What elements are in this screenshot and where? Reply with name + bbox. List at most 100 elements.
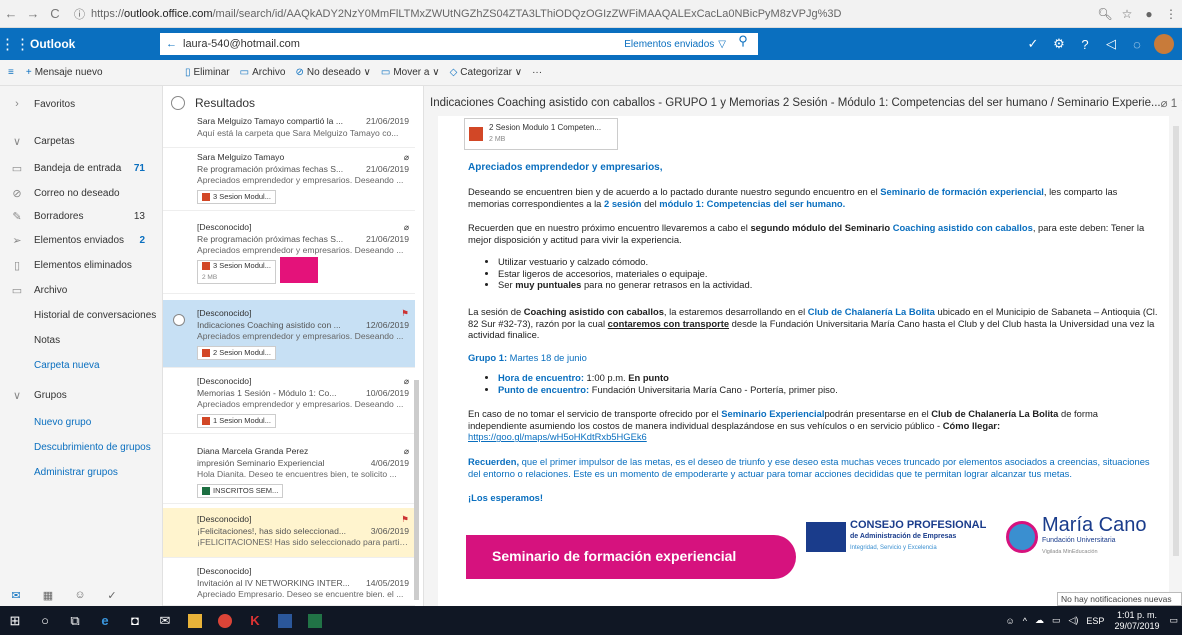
page-indicator[interactable]: ⌀ 1 ∨ (1161, 96, 1182, 110)
search-box[interactable]: Elementos enviados ▽ ⚲ (442, 33, 758, 55)
windows-start-icon[interactable]: ⊞ (0, 606, 30, 635)
word-icon[interactable] (270, 606, 300, 635)
attachment-card[interactable]: 2 Sesion Modulo 1 Competen... 2 MB (464, 118, 618, 150)
flag-icon[interactable]: ⚑ (401, 514, 409, 526)
list-item-flagged[interactable]: [Desconocido] ⚑ ¡Felicitaciones!, has sid… (163, 508, 415, 558)
archive-icon: ▭ (239, 67, 250, 78)
meeting-details: Hora de encuentro: 1:00 p.m. En punto Pu… (488, 372, 1128, 395)
excel-icon[interactable] (300, 606, 330, 635)
list-item[interactable]: [Desconocido] ⌀ Re programación próximas … (163, 222, 415, 294)
folders-header[interactable]: ∨ Carpetas (0, 131, 163, 151)
attachment-chip[interactable]: 1 Sesion Modul... (197, 413, 276, 428)
people-icon[interactable]: ☺ (1006, 616, 1015, 626)
list-item[interactable]: [Desconocido] ⌀ Memorias 1 Sesión - Módul… (163, 372, 415, 434)
image-thumbnail[interactable] (279, 256, 318, 283)
paperclip-icon: ⌀ (403, 152, 409, 162)
flag-icon[interactable]: ⚑ (401, 308, 409, 320)
manage-groups-link[interactable]: Administrar grupos (0, 462, 163, 482)
file-explorer-icon[interactable] (180, 606, 210, 635)
app-launcher-icon[interactable]: ⋮⋮ (0, 35, 30, 53)
list-scrollbar[interactable] (414, 380, 419, 600)
mail-icon[interactable]: ✉ (150, 606, 180, 635)
select-radio[interactable] (173, 314, 185, 326)
back-icon[interactable]: ← (0, 6, 22, 21)
gear-icon[interactable]: ⚙ (1046, 36, 1072, 52)
megaphone-icon[interactable]: ◁ (1098, 36, 1124, 52)
back-arrow-icon[interactable]: ← (166, 38, 177, 50)
zoom-icon[interactable]: 🔍︎ (1094, 7, 1116, 21)
profile-icon[interactable]: ● (1138, 7, 1160, 21)
calendar-icon[interactable]: ▦ (32, 589, 64, 602)
address-bar[interactable]: ⓘ https://outlook.office.com/mail/search… (74, 4, 1086, 24)
groups-header[interactable]: ∨ Grupos (0, 385, 163, 405)
new-folder-link[interactable]: Carpeta nueva (0, 355, 163, 375)
folder-junk[interactable]: ⊘ Correo no deseado (0, 183, 163, 203)
forward-icon[interactable]: → (22, 6, 44, 21)
clock[interactable]: 1:01 p. m. 29/07/2019 (1114, 610, 1159, 632)
filter-icon[interactable]: ▽ (718, 39, 726, 50)
info-icon[interactable]: ⓘ (74, 6, 85, 22)
folder-sent[interactable]: ➢ Elementos enviados 2 (0, 230, 163, 250)
categorize-button[interactable]: ◇ Categorizar ∨ (450, 67, 523, 78)
list-item-selected[interactable]: [Desconocido] ⚑ Indicaciones Coaching asi… (163, 300, 415, 368)
reload-icon[interactable]: C (44, 6, 66, 21)
menu-dots-icon[interactable]: ⋮ (1160, 7, 1182, 21)
new-message-button[interactable]: ≡ + Mensaje nuevo (0, 67, 163, 78)
list-item[interactable]: Sara Melguizo Tamayo compartió la ... 21/… (163, 116, 415, 148)
tray-chevron-icon[interactable]: ^ (1023, 616, 1027, 626)
attachment-chip[interactable]: 3 Sesion Modul... (197, 189, 276, 204)
banner-title: Seminario de formación experiencial (466, 535, 796, 579)
task-view-icon[interactable]: ⧉ (60, 606, 90, 635)
list-item[interactable]: Sara Melguizo Tamayo ⌀ Re programación pr… (163, 152, 415, 211)
avatar[interactable] (1154, 34, 1174, 54)
search-icon[interactable]: ⚲ (732, 33, 754, 55)
search-icon[interactable]: ○ (30, 606, 60, 635)
favorites-header[interactable]: › Favoritos (0, 94, 163, 114)
bookmark-star-icon[interactable]: ☆ (1116, 7, 1138, 21)
delete-button[interactable]: ▯ Eliminar (185, 67, 230, 78)
discover-groups-link[interactable]: Descubrimiento de grupos (0, 437, 163, 457)
select-all-checkbox[interactable] (171, 96, 185, 110)
move-button[interactable]: ▭ Mover a ∨ (381, 67, 440, 78)
email-body: 2 Sesion Modulo 1 Competen... 2 MB Apreci… (438, 116, 1169, 606)
store-icon[interactable]: ◘ (120, 606, 150, 635)
search-scope[interactable]: Elementos enviados (624, 39, 714, 50)
chrome-icon[interactable] (210, 606, 240, 635)
attachment-chip[interactable]: 2 Sesion Modul... (197, 345, 276, 360)
language-indicator[interactable]: ESP (1086, 616, 1104, 626)
edge-icon[interactable]: e (90, 606, 120, 635)
account-box[interactable]: ← laura-540@hotmail.com (160, 33, 442, 55)
app-name[interactable]: Outlook (30, 37, 160, 51)
folder-drafts[interactable]: ✎ Borradores 13 (0, 206, 163, 226)
mail-icon[interactable]: ✉ (0, 589, 32, 602)
folder-archive[interactable]: ▭ Archivo (0, 280, 163, 300)
reading-scrollbar[interactable] (1173, 126, 1179, 556)
onedrive-icon[interactable]: ☁ (1035, 615, 1044, 626)
people-icon[interactable]: ☺ (64, 589, 96, 601)
skype-icon[interactable]: ✓ (1020, 36, 1046, 52)
help-icon[interactable]: ? (1072, 37, 1098, 52)
todo-icon[interactable]: ✓ (96, 589, 128, 602)
more-button[interactable]: ··· (532, 67, 542, 78)
maps-link[interactable]: https://goo.gl/maps/wH5oHKdtRxb5HGEk6 (468, 431, 647, 442)
folder-inbox[interactable]: ▭ Bandeja de entrada 71 (0, 158, 163, 178)
new-group-link[interactable]: Nuevo grupo (0, 412, 163, 432)
junk-button[interactable]: ⊘ No deseado ∨ (295, 67, 370, 78)
volume-icon[interactable]: ◁) (1069, 615, 1079, 626)
requirements-list: Utilizar vestuario y calzado cómodo. Est… (488, 256, 1128, 291)
pencil-icon: ✎ (12, 210, 22, 223)
folder-conversation-history[interactable]: Historial de conversaciones (0, 305, 163, 325)
attachment-chip[interactable]: 3 Sesion Modul... 2 MB (197, 259, 276, 284)
archive-button[interactable]: ▭ Archivo (240, 67, 286, 78)
hamburger-icon[interactable]: ≡ (8, 67, 14, 78)
app-k-icon[interactable]: K (240, 606, 270, 635)
list-item[interactable]: Diana Marcela Granda Perez ⌀ impresión Se… (163, 442, 415, 504)
action-center-icon[interactable]: ▭ (1169, 615, 1178, 626)
folder-deleted[interactable]: ▯ Elementos eliminados (0, 255, 163, 275)
message-list: Resultados Sara Melguizo Tamayo comparti… (163, 86, 424, 606)
network-icon[interactable]: ▭ (1052, 615, 1061, 626)
attachment-chip[interactable]: INSCRITOS SEM... (197, 483, 284, 498)
folder-notes[interactable]: Notas (0, 330, 163, 350)
list-item[interactable]: [Desconocido] Invitación al IV NETWORKIN… (163, 562, 415, 606)
notification-icon[interactable]: ◌ (1124, 37, 1150, 52)
